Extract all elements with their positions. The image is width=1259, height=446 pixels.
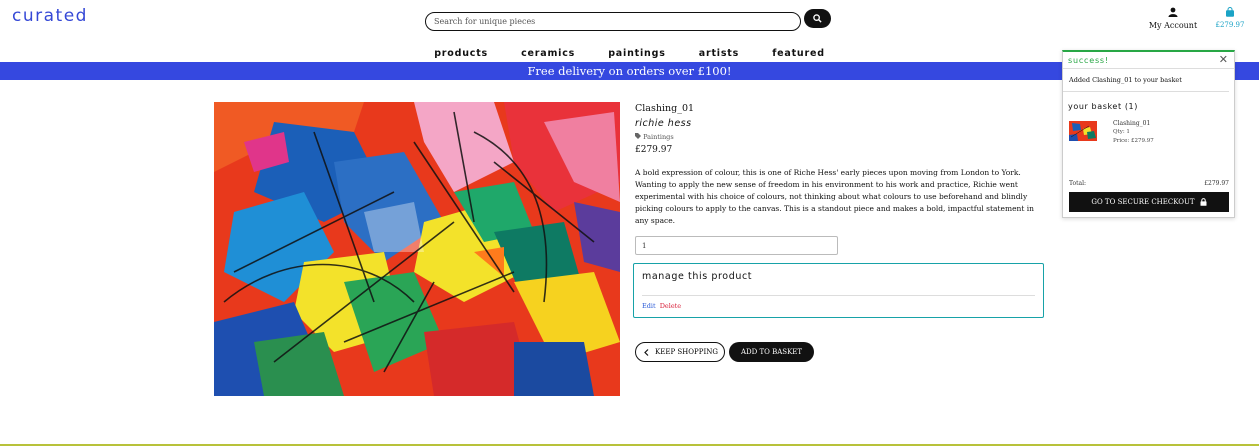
toast-header: success! ✕ (1063, 52, 1234, 69)
product-category-label: Paintings (643, 133, 674, 141)
checkout-label: GO TO SECURE CHECKOUT (1091, 198, 1195, 206)
basket-item: Clashing_01 Qty: 1 Price: £279.97 (1063, 119, 1234, 159)
shopping-bag-icon (1226, 7, 1234, 17)
basket-item-thumbnail (1069, 121, 1097, 141)
keep-shopping-button[interactable]: KEEP SHOPPING (635, 342, 725, 362)
manage-title: manage this product (642, 271, 753, 282)
edit-link[interactable]: Edit (642, 302, 656, 310)
chevron-left-icon (644, 348, 649, 356)
nav-products[interactable]: products (434, 48, 488, 59)
product-category[interactable]: Paintings (635, 133, 1040, 141)
divider (642, 295, 1035, 296)
basket-item-price: Price: £279.97 (1113, 138, 1154, 144)
product-actions: KEEP SHOPPING ADD TO BASKET (635, 342, 815, 362)
basket-total-value: £279.97 (1204, 180, 1229, 187)
product-details: Clashing_01 richie hess Paintings £279.9… (635, 102, 1040, 255)
keep-shopping-label: KEEP SHOPPING (655, 348, 718, 356)
delete-link[interactable]: Delete (660, 302, 681, 310)
site-logo[interactable]: curated (12, 6, 88, 26)
basket-item-qty: Qty: 1 (1113, 129, 1130, 135)
nav-ceramics[interactable]: ceramics (521, 48, 575, 59)
secure-checkout-button[interactable]: GO TO SECURE CHECKOUT (1069, 192, 1229, 212)
cart-total: £279.97 (1215, 21, 1245, 29)
product-image (214, 102, 620, 396)
close-icon[interactable]: ✕ (1219, 53, 1228, 66)
search-form (425, 9, 831, 31)
search-button[interactable] (804, 9, 831, 28)
toast-title: success! (1068, 56, 1109, 65)
manage-links: Edit Delete (642, 302, 1035, 310)
product-description: A bold expression of colour, this is one… (635, 168, 1034, 225)
basket-total-row: Total: £279.97 (1069, 180, 1229, 187)
toast-message: Added Clashing_01 to your basket (1063, 69, 1229, 92)
nav-artists[interactable]: artists (699, 48, 739, 59)
user-icon (1168, 7, 1178, 17)
basket-item-name: Clashing_01 (1113, 120, 1151, 127)
basket-item-info: Clashing_01 Qty: 1 Price: £279.97 (1113, 119, 1154, 146)
tag-icon (635, 133, 641, 139)
product-artist[interactable]: richie hess (635, 118, 1040, 129)
lock-icon (1200, 198, 1207, 206)
search-icon (813, 14, 822, 23)
my-account-label: My Account (1148, 21, 1198, 30)
my-account-link[interactable]: My Account (1148, 7, 1198, 30)
success-toast: success! ✕ Added Clashing_01 to your bas… (1062, 50, 1235, 218)
basket-heading: your basket (1) (1068, 102, 1138, 111)
product-price: £279.97 (635, 145, 673, 155)
product-name: Clashing_01 (635, 103, 695, 114)
quantity-input[interactable] (635, 236, 838, 255)
search-input[interactable] (425, 12, 801, 31)
nav-featured[interactable]: featured (772, 48, 825, 59)
cart-link[interactable]: £279.97 (1212, 7, 1248, 29)
basket-total-label: Total: (1069, 180, 1087, 187)
add-to-basket-button[interactable]: ADD TO BASKET (728, 342, 815, 362)
manage-product-panel: manage this product Edit Delete (633, 263, 1044, 318)
nav-paintings[interactable]: paintings (608, 48, 665, 59)
